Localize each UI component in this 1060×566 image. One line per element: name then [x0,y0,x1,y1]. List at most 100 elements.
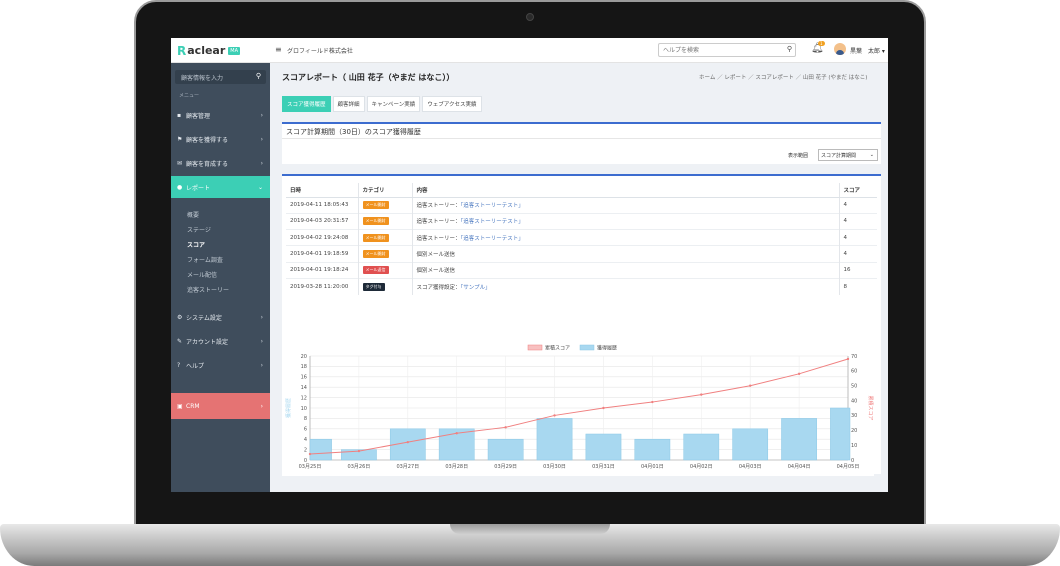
cell-score: 4 [839,245,877,263]
chevron-right-icon: › [260,111,263,119]
column-header-category: カテゴリ [358,183,413,198]
tab-customer-detail[interactable]: 顧客詳細 [332,96,365,112]
cell-score: 4 [839,229,877,246]
breadcrumb[interactable]: ホーム ／ レポート ／ スコアレポート ／ 山田 花子 (やまだ はなこ) [699,73,867,81]
y-right-tick-label: 50 [851,384,857,390]
table-row: 2019-04-01 19:18:24 メール返信 個別メール送信 16 [286,261,877,279]
bar [830,407,851,461]
table-row: 2019-04-02 19:24:08 メール開封 追客ストーリー：「追客ストーリー… [286,229,877,246]
content-link[interactable]: 「追客ストーリーテスト」 [461,236,524,242]
sidebar-item-account-settings[interactable]: ✎ アカウント設定 › [171,330,270,352]
sidebar-subitem-stage[interactable]: ステージ [187,225,211,234]
cell-date: 2019-04-03 20:31:57 [286,212,359,230]
y-left-tick-label: 0 [304,458,307,464]
sidebar-item-label: レポート [186,184,211,192]
y-left-tick-label: 10 [301,406,307,412]
bar [732,428,769,461]
cell-date: 2019-03-28 11:20:00 [286,277,359,295]
sidebar-subitem-story[interactable]: 追客ストーリー [187,285,229,294]
x-tick-label: 04月04日 [788,464,811,470]
y-left-tick-label: 14 [301,385,307,391]
help-search-input[interactable] [659,44,777,56]
avatar[interactable] [834,43,846,55]
sidebar-item-label: ヘルプ [186,362,205,370]
search-icon[interactable]: ⚲ [256,72,261,80]
content-text: 個別メール送信 [416,252,456,259]
cell-score: 4 [839,196,877,214]
y-right-tick-label: 40 [851,398,857,404]
legend-label-history: 獲得履歴 [597,345,617,352]
content-link[interactable]: 「追客ストーリーテスト」 [461,203,524,209]
content-link[interactable]: 「追客ストーリーテスト」 [461,219,524,225]
sidebar-subitem-mail[interactable]: メール配信 [187,270,217,279]
line-point [406,440,410,444]
sidebar-item-help[interactable]: ? ヘルプ › [171,354,270,376]
chevron-right-icon: › [260,135,263,143]
customer-search[interactable]: 顧客情報を入力 ⚲ [175,70,266,84]
legend-label-cumulative: 累積スコア [545,345,570,352]
x-tick-label: 03月25日 [299,464,322,470]
user-menu[interactable]: 黒葉 太郎 ▾ [850,46,885,55]
category-badge: メール開封 [362,217,389,226]
bar [683,433,720,461]
x-tick-label: 03月29日 [494,464,517,470]
sidebar-subitem-overview[interactable]: 概要 [187,210,199,219]
line-point [553,414,556,417]
company-name: グロフィールド株式会社 [287,48,353,55]
content-link[interactable]: 「サンプル」 [461,285,491,291]
legend-swatch-history [579,344,595,351]
table-header-row: 日時 カテゴリ 内容 スコア [286,183,877,198]
search-icon[interactable]: ⚲ [787,45,792,53]
sidebar-item-label: CRM [186,402,200,410]
panel-title: スコア計算期間（30日）のスコア獲得履歴 [286,128,421,136]
line-point [504,426,507,429]
bar [536,418,573,461]
content-text: 個別メール送信 [416,268,456,275]
cell-content: 追客ストーリー：「追客ストーリーテスト」 [412,196,840,214]
x-tick-label: 03月26日 [348,464,371,470]
cell-content: 追客ストーリー：「追客ストーリーテスト」 [412,229,840,246]
y-left-tick-label: 18 [301,364,307,370]
table-row: 2019-04-01 19:18:59 メール開封 個別メール送信 4 [286,245,877,263]
bar [634,438,671,461]
crm-icon: ▣ [177,402,183,410]
question-icon: ? [177,361,181,369]
sidebar-item-label: アカウント設定 [186,338,229,346]
menu-toggle-icon[interactable]: ≡ [275,45,282,54]
cell-content: 個別メール送信 [412,261,840,279]
tab-campaign[interactable]: キャンペーン実績 [366,96,421,112]
cell-category: メール開封 [358,196,413,214]
display-range-select[interactable]: スコア計算期間 ⌄ [818,149,878,161]
content-text: スコア獲得設定： [416,284,461,291]
tab-bar: スコア獲得履歴 顧客詳細 キャンペーン実績 ウェブアクセス実績 [282,96,482,112]
sidebar-item-system-settings[interactable]: ⚙ システム設定 › [171,306,270,328]
logo[interactable]: R aclear MA [171,38,270,63]
sidebar-item-acquire[interactable]: ⚑ 顧客を獲得する › [171,128,270,150]
sidebar-subitem-form[interactable]: フォーム調査 [187,255,223,264]
sidebar-item-nurture[interactable]: ✉ 顧客を育成する › [171,152,270,174]
sidebar-item-customers[interactable]: ▪ 顧客管理 › [171,104,270,126]
display-range-label: 表示範囲 [788,153,809,159]
x-tick-label: 04月03日 [739,464,762,470]
y-left-tick-label: 8 [304,416,307,422]
line-point [846,357,850,361]
tab-web-access[interactable]: ウェブアクセス実績 [422,96,482,112]
score-history-table: 日時 カテゴリ 内容 スコア 2019-04-11 18:05:43 メール開封追… [286,183,877,295]
cell-score: 4 [839,212,877,230]
x-tick-label: 04月02日 [690,464,713,470]
cell-category: メール開封 [358,245,413,263]
bar [781,418,817,461]
chevron-down-icon: ⌄ [869,152,874,158]
sidebar-subitem-score[interactable]: スコア [187,240,205,249]
cell-content: 追客ストーリー：「追客ストーリーテスト」 [412,212,840,230]
bar [487,438,524,461]
notification-badge: 1 [818,41,825,46]
sidebar-item-label: システム設定 [186,314,222,322]
y-left-tick-label: 12 [301,395,307,401]
line-point [602,406,605,410]
sidebar-item-crm[interactable]: ▣ CRM › [171,393,270,419]
tab-score-history[interactable]: スコア獲得履歴 [282,96,331,112]
menu-heading: メニュー [179,93,200,99]
sidebar-item-report[interactable]: ● レポート ⌄ [171,176,270,198]
cell-date: 2019-04-01 19:18:59 [286,245,359,263]
